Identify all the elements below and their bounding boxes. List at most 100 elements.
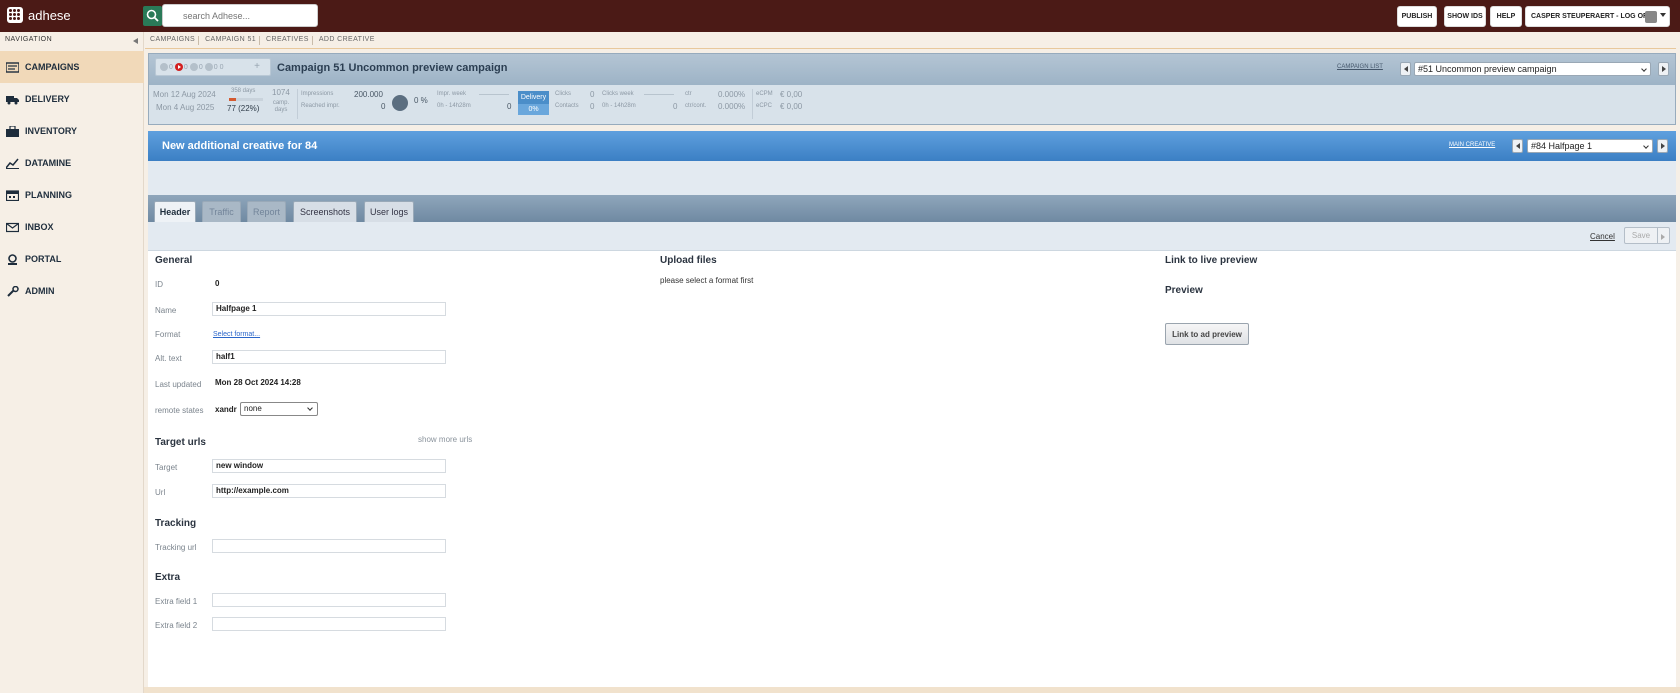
show-more-urls-link[interactable]: show more urls: [418, 435, 472, 444]
sidebar-item-inbox[interactable]: INBOX: [0, 211, 144, 243]
extra-field-1[interactable]: [212, 593, 446, 607]
camp-days-label: camp. days: [272, 100, 290, 113]
extra-field-2[interactable]: [212, 617, 446, 631]
previous-creative-button[interactable]: [1512, 139, 1523, 153]
status-paused-icon[interactable]: [160, 63, 168, 71]
sidebar-item-label: CAMPAIGNS: [25, 62, 80, 72]
breadcrumb-add-creative: ADD CREATIVE: [311, 36, 380, 45]
user-menu-button[interactable]: CASPER STEUPERAERT - LOG OFF: [1525, 6, 1670, 27]
remote-state-value: none: [244, 404, 262, 413]
breadcrumb-creatives[interactable]: CREATIVES: [259, 36, 314, 45]
start-date: Mon 12 Aug 2024: [153, 90, 216, 99]
id-value: 0: [215, 279, 220, 288]
publish-button[interactable]: PUBLISH: [1397, 6, 1437, 27]
target-label: Target: [155, 463, 178, 472]
clicks-week-value: 0: [673, 102, 678, 111]
url-field[interactable]: http://example.com: [212, 484, 446, 498]
search-input[interactable]: [162, 4, 318, 27]
sidebar-item-portal[interactable]: PORTAL: [0, 243, 144, 275]
name-label: Name: [155, 306, 177, 315]
contacts-value: 0: [590, 102, 595, 111]
tab-screenshots[interactable]: Screenshots: [293, 201, 357, 222]
sidebar-item-label: ADMIN: [25, 286, 55, 296]
tab-traffic[interactable]: Traffic: [202, 201, 241, 222]
alt-text-field[interactable]: half1: [212, 350, 446, 364]
collapse-arrow-icon[interactable]: [133, 38, 138, 44]
cancel-button[interactable]: Cancel: [1590, 232, 1615, 241]
contacts-label: Contacts: [555, 103, 579, 109]
last-updated-value: Mon 28 Oct 2024 14:28: [215, 378, 301, 387]
remote-name: xandr: [215, 405, 237, 414]
logo-grid-icon: [7, 7, 23, 23]
next-creative-button[interactable]: [1657, 139, 1668, 153]
campaign-header: 0 0 0 0 0 + Campaign 51 Uncommon preview…: [149, 54, 1675, 85]
creative-header: New additional creative for 84 MAIN CREA…: [148, 131, 1676, 161]
tab-report[interactable]: Report: [247, 201, 286, 222]
impr-week-value: 0: [507, 102, 512, 111]
next-campaign-button[interactable]: [1658, 62, 1669, 76]
sidebar-item-datamine[interactable]: DATAMINE: [0, 147, 144, 179]
name-field[interactable]: Halfpage 1: [212, 302, 446, 316]
sidebar-item-label: DELIVERY: [25, 94, 70, 104]
link-to-ad-preview-button[interactable]: Link to ad preview: [1165, 323, 1249, 345]
stats-separator: [297, 89, 298, 119]
user-log-off-label: CASPER STEUPERAERT - LOG OFF: [1531, 13, 1652, 20]
tab-user-logs[interactable]: User logs: [364, 201, 414, 222]
creative-title: New additional creative for 84: [162, 140, 318, 152]
creative-select[interactable]: #84 Halfpage 1: [1527, 139, 1653, 153]
add-icon[interactable]: +: [254, 61, 260, 72]
help-button[interactable]: HELP: [1490, 6, 1522, 27]
status-count: 0: [169, 63, 173, 71]
breadcrumb-campaign-51[interactable]: CAMPAIGN 51: [198, 36, 261, 45]
ctr-cont-label: ctr/cont.: [685, 103, 707, 109]
url-label: Url: [155, 488, 166, 497]
reached-value: 0: [381, 102, 386, 111]
breadcrumb: CAMPAIGNS CAMPAIGN 51 CREATIVES ADD CREA…: [145, 33, 380, 46]
tracking-section-title: Tracking: [155, 518, 197, 529]
tracking-url-field[interactable]: [212, 539, 446, 553]
reached-label: Reached impr.: [301, 103, 340, 109]
days-done: 77 (22%): [227, 104, 260, 113]
target-urls-section-title: Target urls: [155, 437, 206, 448]
status-done-icon[interactable]: [204, 63, 213, 71]
ecpc-label: eCPC: [756, 103, 773, 109]
ctr-label: ctr: [685, 91, 692, 97]
actions-bar: Cancel Save: [148, 222, 1676, 251]
impr-week-range: 0h - 14h28m: [437, 103, 471, 109]
tracking-url-label: Tracking url: [155, 543, 197, 552]
status-hold-icon[interactable]: [189, 63, 198, 71]
main-creative-link[interactable]: MAIN CREATIVE: [1449, 142, 1495, 148]
remote-state-select[interactable]: none: [240, 402, 318, 416]
save-button[interactable]: Save: [1624, 227, 1658, 244]
campaign-panel: 0 0 0 0 0 + Campaign 51 Uncommon preview…: [148, 53, 1676, 125]
creative-subheader: [148, 161, 1676, 195]
sidebar-item-campaigns[interactable]: CAMPAIGNS: [0, 51, 144, 83]
clicks-week-range: 0h - 14h28m: [602, 103, 636, 109]
campaign-list-link[interactable]: CAMPAIGN LIST: [1337, 64, 1383, 70]
show-ids-button[interactable]: SHOW IDS: [1444, 6, 1486, 27]
chevron-down-icon: [1660, 13, 1666, 17]
sidebar-item-admin[interactable]: ADMIN: [0, 275, 144, 307]
calendar-icon: [6, 189, 19, 201]
campaign-select[interactable]: #51 Uncommon preview campaign: [1414, 62, 1651, 76]
breadcrumb-divider: [145, 48, 1676, 49]
status-filter-strip[interactable]: 0 0 0 0 0 +: [155, 58, 271, 76]
tab-header[interactable]: Header: [154, 201, 196, 222]
sidebar-item-planning[interactable]: PLANNING: [0, 179, 144, 211]
adhese-logo[interactable]: adhese: [7, 7, 71, 23]
impr-week-sparkline: [479, 94, 509, 95]
sidebar-item-inventory[interactable]: INVENTORY: [0, 115, 144, 147]
status-running-icon[interactable]: [174, 63, 183, 71]
target-field[interactable]: new window: [212, 459, 446, 473]
previous-campaign-button[interactable]: [1400, 62, 1411, 76]
select-format-link[interactable]: Select format...: [213, 331, 260, 338]
sidebar-item-label: PORTAL: [25, 254, 62, 264]
status-count: 0: [219, 63, 224, 71]
breadcrumb-campaigns[interactable]: CAMPAIGNS: [145, 36, 200, 43]
status-count: 0: [183, 63, 188, 71]
creative-select-value: #84 Halfpage 1: [1531, 141, 1593, 151]
search-button[interactable]: [143, 6, 162, 26]
save-options-button[interactable]: [1658, 227, 1670, 244]
sidebar-item-delivery[interactable]: DELIVERY: [0, 83, 144, 115]
ctr-value: 0.000%: [718, 90, 746, 99]
